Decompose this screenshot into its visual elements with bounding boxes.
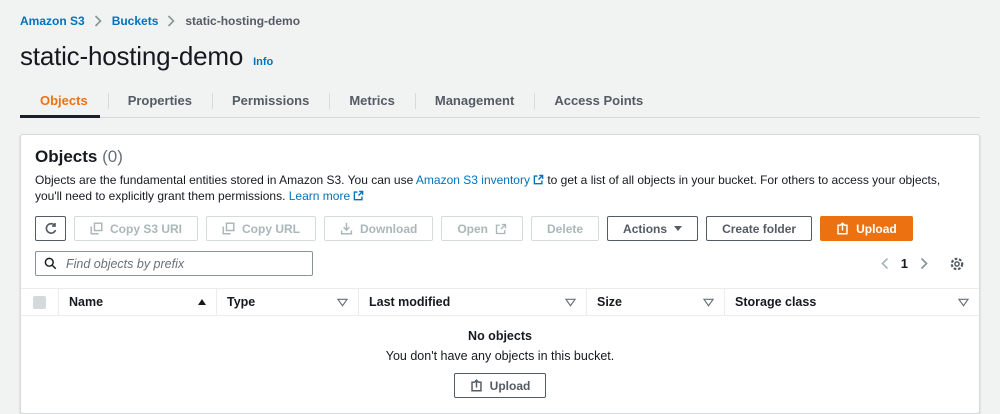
sort-ascending-icon[interactable]: [198, 299, 206, 305]
description-text: Objects are the fundamental entities sto…: [35, 173, 414, 187]
breadcrumb-buckets[interactable]: Buckets: [112, 14, 159, 28]
info-link[interactable]: Info: [253, 56, 273, 68]
column-header-name[interactable]: Name: [58, 289, 216, 315]
objects-toolbar: Copy S3 URI Copy URL Download Open Delet…: [35, 216, 965, 241]
external-link-icon: [495, 223, 507, 235]
objects-description: Objects are the fundamental entities sto…: [35, 172, 965, 204]
copy-icon: [222, 222, 235, 235]
tab-management[interactable]: Management: [414, 88, 534, 117]
chevron-right-icon: [167, 15, 176, 27]
breadcrumb-amazon-s3[interactable]: Amazon S3: [20, 14, 85, 28]
breadcrumb-current-bucket: static-hosting-demo: [185, 14, 301, 28]
download-icon: [340, 222, 353, 235]
filter-icon[interactable]: [958, 298, 969, 307]
create-folder-button[interactable]: Create folder: [706, 216, 813, 241]
breadcrumb: Amazon S3 Buckets static-hosting-demo: [20, 14, 980, 28]
chevron-right-icon: [94, 15, 103, 27]
learn-more-link[interactable]: Learn more: [289, 189, 364, 203]
empty-state-upload-button[interactable]: Upload: [453, 373, 547, 398]
amazon-s3-inventory-link[interactable]: Amazon S3 inventory: [416, 173, 544, 187]
filter-row: 1: [35, 251, 965, 276]
upload-button[interactable]: Upload: [820, 216, 913, 241]
search-icon: [44, 257, 57, 270]
objects-count: (0): [102, 147, 123, 166]
objects-heading: Objects (0): [35, 147, 965, 167]
previous-page-icon[interactable]: [880, 257, 889, 270]
external-link-icon: [353, 190, 364, 201]
column-header-last-modified[interactable]: Last modified: [358, 289, 586, 315]
tab-access-points[interactable]: Access Points: [534, 88, 663, 117]
empty-state-message: You don't have any objects in this bucke…: [385, 349, 615, 363]
refresh-icon: [44, 222, 58, 236]
upload-icon: [470, 379, 483, 392]
column-header-type[interactable]: Type: [216, 289, 358, 315]
objects-panel: Objects (0) Objects are the fundamental …: [20, 134, 980, 414]
checkbox-icon: [33, 295, 46, 309]
gear-icon[interactable]: [949, 256, 965, 272]
tab-metrics[interactable]: Metrics: [329, 88, 415, 117]
delete-button[interactable]: Delete: [531, 216, 600, 241]
refresh-button[interactable]: [35, 216, 66, 241]
next-page-icon[interactable]: [920, 257, 929, 270]
copy-s3-uri-button[interactable]: Copy S3 URI: [74, 216, 199, 241]
pagination: 1: [880, 256, 965, 272]
current-page[interactable]: 1: [901, 256, 908, 271]
column-header-storage-class[interactable]: Storage class: [724, 289, 979, 315]
actions-dropdown-button[interactable]: Actions: [607, 216, 699, 241]
tab-permissions[interactable]: Permissions: [212, 88, 329, 117]
filter-icon[interactable]: [703, 298, 714, 307]
page-title: static-hosting-demo: [20, 41, 244, 71]
open-button[interactable]: Open: [441, 216, 524, 241]
copy-icon: [90, 222, 103, 235]
download-button[interactable]: Download: [324, 216, 434, 241]
tab-bar: Objects Properties Permissions Metrics M…: [20, 88, 980, 118]
upload-icon: [836, 222, 849, 235]
external-link-icon: [533, 174, 544, 185]
tab-properties[interactable]: Properties: [107, 88, 212, 117]
tab-objects[interactable]: Objects: [20, 88, 108, 118]
search-box[interactable]: [35, 251, 313, 276]
empty-state-title: No objects: [468, 329, 532, 343]
select-all-checkbox[interactable]: [21, 289, 58, 315]
column-header-size[interactable]: Size: [586, 289, 724, 315]
objects-heading-title: Objects: [35, 147, 98, 166]
empty-state: No objects You don't have any objects in…: [21, 316, 979, 413]
caret-down-icon: [674, 226, 683, 231]
objects-table-header: Name Type Last modified Size Storage cla…: [21, 288, 979, 316]
filter-icon[interactable]: [337, 298, 348, 307]
title-row: static-hosting-demo Info: [20, 41, 980, 72]
s3-bucket-page: Amazon S3 Buckets static-hosting-demo st…: [0, 0, 1000, 414]
search-input[interactable]: [64, 255, 304, 272]
objects-panel-header: Objects (0) Objects are the fundamental …: [21, 135, 979, 288]
copy-url-button[interactable]: Copy URL: [206, 216, 317, 241]
filter-icon[interactable]: [565, 298, 576, 307]
